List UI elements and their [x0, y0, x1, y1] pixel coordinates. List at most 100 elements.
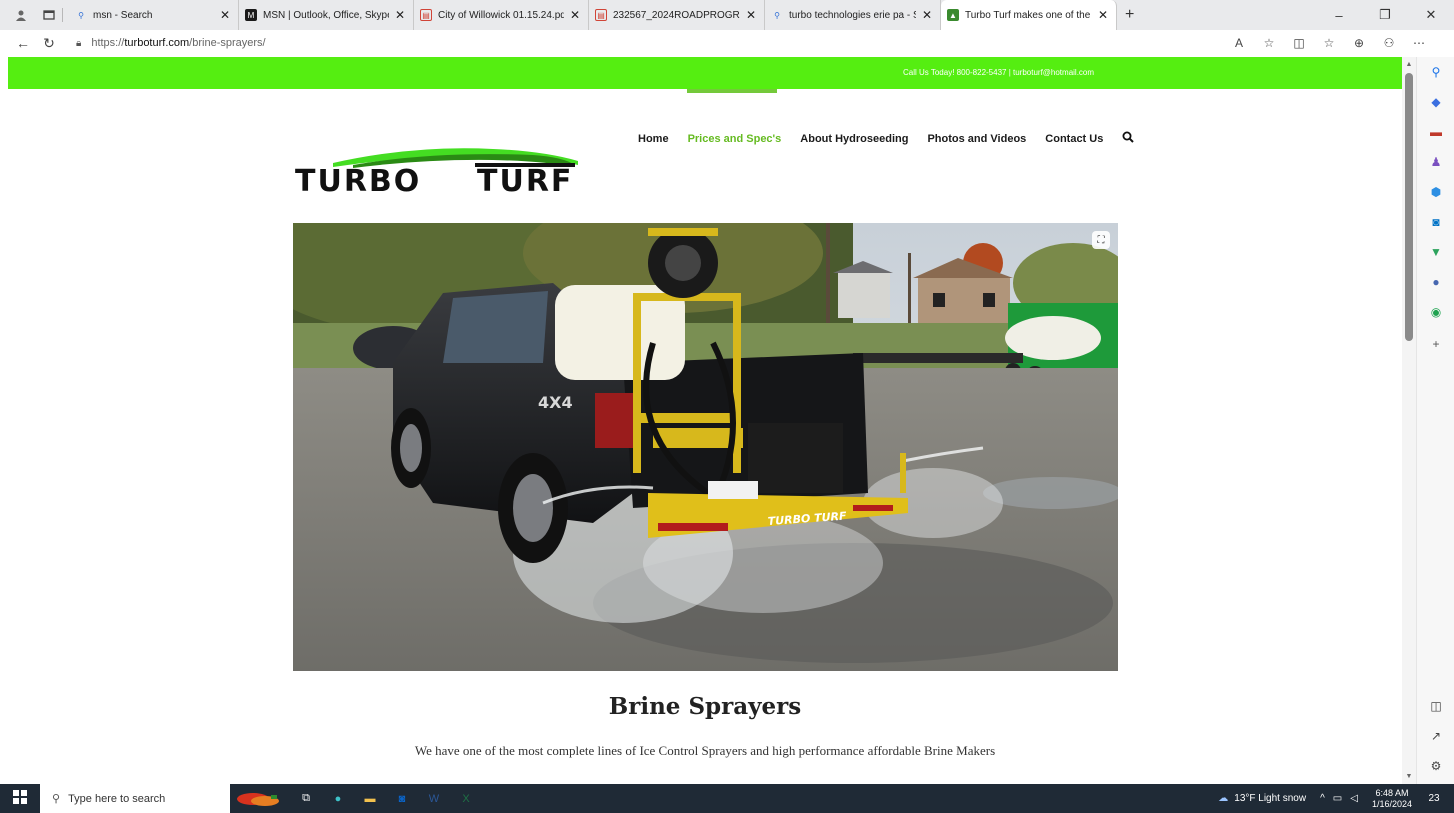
- close-tab-icon[interactable]: ✕: [220, 8, 230, 22]
- sidebar-add-icon[interactable]: +: [1417, 337, 1454, 351]
- favorites-icon[interactable]: ☆: [1314, 36, 1344, 50]
- nav-photos-and-videos[interactable]: Photos and Videos: [927, 133, 1026, 145]
- lock-icon[interactable]: 🔒︎: [76, 38, 81, 49]
- close-tab-icon[interactable]: ✕: [746, 8, 756, 22]
- search-icon: ⚲: [52, 793, 61, 805]
- turbo-turf-logo[interactable]: TURBO TURF: [293, 143, 589, 195]
- sidebar-user-icon[interactable]: ●: [1417, 275, 1454, 289]
- visual-search-icon[interactable]: ⛶: [1092, 231, 1110, 249]
- contact-info[interactable]: Call Us Today! 800-822-5437 | turboturf@…: [903, 68, 1094, 77]
- outlook-app-icon[interactable]: ◙: [386, 784, 418, 813]
- close-window-button[interactable]: ✕: [1408, 7, 1454, 23]
- web-page: Call Us Today! 800-822-5437 | turboturf@…: [8, 57, 1402, 784]
- weather-text: 13°F Light snow: [1234, 793, 1307, 804]
- tab-title: Turbo Turf makes one of the mo: [965, 9, 1092, 21]
- split-screen-icon[interactable]: ◫: [1284, 36, 1314, 50]
- search-icon: ⚲: [78, 10, 84, 20]
- close-tab-icon[interactable]: ✕: [570, 8, 580, 22]
- file-explorer-icon[interactable]: ▬: [354, 784, 386, 813]
- taskbar-search-placeholder: Type here to search: [68, 792, 166, 805]
- tab-title: msn - Search: [93, 9, 153, 21]
- contact-topbar: Call Us Today! 800-822-5437 | turboturf@…: [8, 57, 1402, 89]
- intro-text: We have one of the most complete lines o…: [414, 743, 996, 758]
- close-tab-icon[interactable]: ✕: [395, 8, 405, 22]
- tab-title: 232567_2024ROADPROGRAM.pc: [613, 9, 740, 21]
- sidebar-games-icon[interactable]: ♟: [1417, 155, 1454, 169]
- sidebar-tag-icon[interactable]: ◆: [1417, 95, 1454, 109]
- extensions-icon[interactable]: ⚇: [1374, 36, 1404, 50]
- collections-icon[interactable]: ⊕: [1344, 36, 1374, 50]
- clock-time: 6:48 AM: [1375, 787, 1409, 798]
- refresh-icon[interactable]: ↻: [36, 35, 62, 52]
- scroll-down-arrow-icon[interactable]: ▼: [1402, 773, 1416, 780]
- more-menu-icon[interactable]: ⋯: [1404, 36, 1434, 50]
- tab-title: MSN | Outlook, Office, Skype, Bir: [263, 9, 389, 21]
- new-tab-button[interactable]: +: [1125, 6, 1134, 24]
- scrollbar-thumb[interactable]: [1405, 73, 1413, 341]
- window-controls: – ❐ ✕: [1316, 0, 1454, 30]
- pdf-icon: ▤: [595, 9, 607, 21]
- word-app-icon[interactable]: W: [418, 784, 450, 813]
- scroll-up-arrow-icon[interactable]: ▲: [1402, 61, 1416, 68]
- hero-image: 4X4 TURBO TURF ⛶: [293, 223, 1118, 671]
- sidebar-external-icon[interactable]: ↗: [1417, 729, 1454, 743]
- clock-date: 1/16/2024: [1371, 798, 1412, 809]
- read-aloud-icon[interactable]: A: [1224, 36, 1254, 50]
- nav-contact-us[interactable]: Contact Us: [1045, 133, 1103, 145]
- sidebar-copilot-icon[interactable]: ⬢: [1417, 185, 1454, 199]
- notification-center-icon[interactable]: 23: [1422, 793, 1446, 804]
- minimize-button[interactable]: –: [1316, 8, 1362, 23]
- network-icon[interactable]: ▭: [1333, 793, 1342, 804]
- close-tab-icon[interactable]: ✕: [1098, 8, 1108, 22]
- sidebar-settings-icon[interactable]: ⚙: [1417, 759, 1454, 773]
- search-icon[interactable]: [1122, 131, 1135, 146]
- search-icon: ⚲: [774, 10, 780, 20]
- sidebar-drop-icon[interactable]: ▼: [1417, 245, 1454, 259]
- tab-title: City of Willowick 01.15.24.pdf: [438, 9, 564, 21]
- chili-peppers-icon[interactable]: [230, 784, 290, 813]
- page-scrollbar[interactable]: ▲ ▼: [1402, 57, 1416, 784]
- browser-tab-active[interactable]: ▲ Turbo Turf makes one of the mo ✕: [941, 0, 1117, 30]
- system-tray: ☁ 13°F Light snow ^ ▭ ◁ 6:48 AM 1/16/202…: [1218, 784, 1454, 813]
- volume-icon[interactable]: ◁: [1350, 793, 1358, 804]
- weather-widget[interactable]: ☁ 13°F Light snow: [1218, 793, 1306, 804]
- tab-title: turbo technologies erie pa - Sear: [789, 9, 916, 21]
- truck-badge-text: 4X4: [538, 393, 573, 412]
- browser-tab[interactable]: ▤ 232567_2024ROADPROGRAM.pc ✕: [589, 0, 765, 30]
- taskbar-search-input[interactable]: ⚲ Type here to search: [40, 784, 230, 813]
- windows-start-icon[interactable]: [0, 790, 40, 807]
- close-tab-icon[interactable]: ✕: [922, 8, 932, 22]
- edge-browser-icon[interactable]: ●: [322, 784, 354, 813]
- sidebar-search-icon[interactable]: ⚲: [1417, 65, 1454, 79]
- sidebar-outlook-icon[interactable]: ◙: [1417, 215, 1454, 229]
- pdf-icon: ▤: [420, 9, 432, 21]
- cloud-snow-icon: ☁: [1218, 793, 1229, 804]
- favorite-star-icon[interactable]: ☆: [1254, 36, 1284, 50]
- restore-button[interactable]: ❐: [1362, 7, 1408, 23]
- sidebar-shopping-icon[interactable]: ▬: [1417, 125, 1454, 139]
- url-text: https://turboturf.com/brine-sprayers/: [91, 37, 266, 49]
- windows-taskbar: ⚲ Type here to search ⧉ ● ▬ ◙ W X ☁ 13°F…: [0, 784, 1454, 813]
- browser-tab[interactable]: ⚲ turbo technologies erie pa - Sear ✕: [765, 0, 941, 30]
- browser-tab-strip: ⚲ msn - Search ✕ M MSN | Outlook, Office…: [0, 0, 1454, 30]
- tray-chevron-icon[interactable]: ^: [1320, 793, 1325, 804]
- browser-tab[interactable]: ▤ City of Willowick 01.15.24.pdf ✕: [414, 0, 589, 30]
- profile-icon[interactable]: [14, 8, 28, 22]
- clock[interactable]: 6:48 AM 1/16/2024: [1372, 788, 1412, 810]
- excel-app-icon[interactable]: X: [450, 784, 482, 813]
- task-view-icon[interactable]: ⧉: [290, 784, 322, 813]
- nav-about-hydroseeding[interactable]: About Hydroseeding: [800, 133, 908, 145]
- tab-actions-icon[interactable]: [42, 8, 56, 22]
- main-nav: Home Prices and Spec's About Hydroseedin…: [638, 131, 1135, 146]
- sidebar-panel-icon[interactable]: ◫: [1417, 699, 1454, 713]
- browser-tab[interactable]: ⚲ msn - Search ✕: [69, 0, 239, 30]
- svg-text:TURF: TURF: [477, 164, 573, 195]
- browser-toolbar: A ☆ ◫ ☆ ⊕ ⚇ ⋯: [1224, 30, 1434, 56]
- nav-home[interactable]: Home: [638, 133, 669, 145]
- back-arrow-icon[interactable]: ←: [10, 35, 36, 51]
- browser-tab[interactable]: M MSN | Outlook, Office, Skype, Bir ✕: [239, 0, 414, 30]
- address-bar: ← ↻ 🔒︎ https://turboturf.com/brine-spray…: [0, 30, 1454, 56]
- nav-prices-and-specs[interactable]: Prices and Spec's: [688, 133, 782, 145]
- sidebar-whatsapp-icon[interactable]: ◉: [1417, 305, 1454, 319]
- url-field[interactable]: 🔒︎ https://turboturf.com/brine-sprayers/: [76, 32, 1136, 54]
